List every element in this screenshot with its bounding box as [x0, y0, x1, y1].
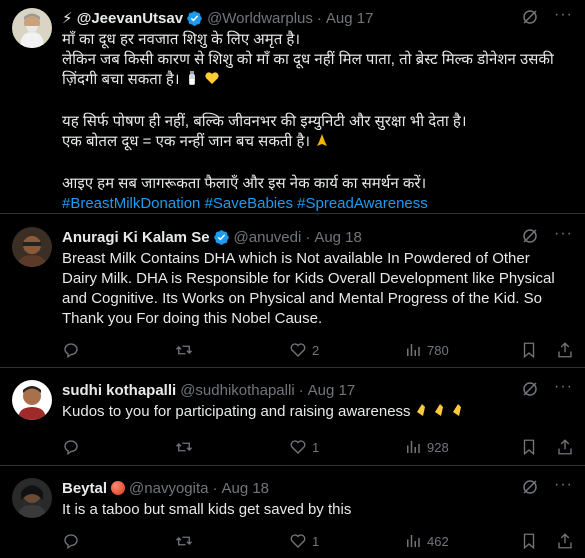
views-icon [407, 535, 420, 547]
views-icon [407, 441, 420, 453]
folded-hands-icon [314, 132, 330, 154]
bookmark-button[interactable] [520, 341, 538, 359]
views-icon [407, 344, 420, 356]
display-name[interactable]: ⚡ @JeevanUtsav [62, 9, 183, 27]
reply-icon [64, 343, 78, 359]
timestamp[interactable]: Aug 18 [314, 229, 362, 246]
tweet-text: माँ का दूध हर नवजात शिशु के लिए अमृत है।… [62, 30, 573, 214]
more-icon[interactable]: ··· [554, 378, 573, 396]
handle[interactable]: @navyogita [129, 480, 208, 497]
heart-icon [290, 440, 306, 454]
display-name[interactable]: sudhi kothapalli [62, 382, 176, 399]
tweet-text: Breast Milk Contains DHA which is Not av… [62, 250, 555, 327]
reply-button[interactable] [62, 532, 80, 550]
grok-icon[interactable] [521, 8, 539, 26]
heart-icon [290, 343, 306, 357]
more-icon[interactable]: ··· [554, 476, 573, 494]
grok-icon[interactable] [521, 478, 539, 496]
bottle-icon [184, 70, 200, 92]
share-icon [558, 439, 572, 455]
grok-icon[interactable] [521, 227, 539, 245]
display-name[interactable]: Anuragi Ki Kalam Se [62, 229, 210, 246]
retweet-button[interactable] [175, 438, 193, 456]
tweet-text: It is a taboo but small kids get saved b… [62, 501, 352, 518]
hashtags-link[interactable]: #BreastMilkDonation #SaveBabies #SpreadA… [62, 194, 573, 214]
display-name[interactable]: Beytal [62, 480, 107, 497]
reply-tweet[interactable]: Beytal @navyogita · Aug 18 ··· It is a t… [0, 466, 585, 558]
reply-tweet[interactable]: sudhi kothapalli @sudhikothapalli · Aug … [0, 368, 585, 466]
avatar[interactable] [12, 8, 52, 48]
like-button[interactable]: 2 [289, 341, 319, 359]
share-button[interactable] [556, 532, 574, 550]
bookmark-icon [523, 342, 535, 359]
retweet-icon [176, 442, 192, 452]
view-count: 928 [427, 439, 449, 455]
retweet-button[interactable] [175, 341, 193, 359]
handle[interactable]: @sudhikothapalli [180, 382, 294, 399]
reply-feed: ⚡ @JeevanUtsav @Worldwarplus · Aug 17 ··… [0, 0, 585, 558]
handle[interactable]: @Worldwarplus [207, 10, 313, 27]
views-button[interactable]: 928 [404, 438, 449, 456]
avatar[interactable] [12, 478, 52, 518]
bookmark-icon [523, 533, 535, 550]
reply-button[interactable] [62, 438, 80, 456]
bookmark-button[interactable] [520, 438, 538, 456]
like-count: 2 [312, 342, 320, 358]
like-count: 1 [312, 439, 320, 455]
reply-tweet[interactable]: Anuragi Ki Kalam Se @anuvedi · Aug 18 ··… [0, 214, 585, 368]
share-icon [558, 342, 572, 358]
action-bar: 1 928 [62, 438, 573, 458]
heart-icon [290, 534, 306, 548]
more-icon[interactable]: ··· [554, 6, 573, 24]
tweet-main[interactable]: ⚡ @JeevanUtsav @Worldwarplus · Aug 17 ··… [0, 0, 585, 214]
view-count: 462 [427, 533, 449, 549]
share-button[interactable] [556, 438, 574, 456]
reply-icon [64, 440, 78, 456]
tweet-header: sudhi kothapalli @sudhikothapalli · Aug … [62, 381, 356, 399]
action-bar: 2 780 [62, 341, 573, 361]
bookmark-button[interactable] [520, 532, 538, 550]
reply-icon [64, 534, 78, 550]
more-icon[interactable]: ··· [554, 225, 573, 243]
grok-icon[interactable] [521, 380, 539, 398]
retweet-icon [176, 536, 192, 546]
retweet-button[interactable] [175, 532, 193, 550]
tweet-text: Kudos to you for participating and raisi… [62, 402, 573, 424]
reply-button[interactable] [62, 341, 80, 359]
retweet-icon [176, 345, 192, 355]
views-button[interactable]: 462 [404, 532, 449, 550]
action-bar: 1 462 [62, 532, 573, 552]
views-button[interactable]: 780 [404, 341, 449, 359]
tweet-header: Beytal @navyogita · Aug 18 [62, 479, 270, 497]
avatar[interactable] [12, 227, 52, 267]
timestamp[interactable]: Aug 17 [326, 10, 374, 27]
share-button[interactable] [556, 341, 574, 359]
avatar[interactable] [12, 380, 52, 420]
timestamp[interactable]: Aug 17 [308, 382, 356, 399]
tweet-header: ⚡ @JeevanUtsav @Worldwarplus · Aug 17 [62, 9, 374, 28]
bookmark-icon [523, 439, 535, 456]
like-button[interactable]: 1 [289, 438, 319, 456]
verified-badge-icon [187, 10, 202, 26]
share-icon [558, 533, 572, 549]
verified-badge-icon [213, 229, 229, 245]
clapping-hands-icon [415, 402, 469, 424]
like-count: 1 [312, 533, 320, 549]
red-circle-icon [111, 481, 126, 495]
yellow-heart-icon [204, 70, 220, 92]
timestamp[interactable]: Aug 18 [221, 480, 269, 497]
tweet-header: Anuragi Ki Kalam Se @anuvedi · Aug 18 [62, 228, 362, 246]
handle[interactable]: @anuvedi [234, 229, 302, 246]
view-count: 780 [427, 342, 449, 358]
like-button[interactable]: 1 [289, 532, 319, 550]
